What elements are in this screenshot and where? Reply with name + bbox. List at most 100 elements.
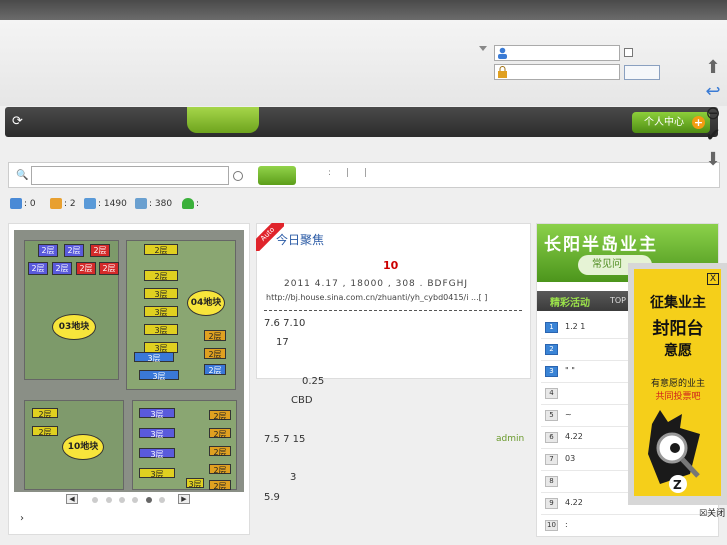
building-3f: 3层 <box>144 306 178 317</box>
back-icon[interactable]: ↩ <box>702 82 724 102</box>
slider-dot[interactable] <box>106 497 112 503</box>
search-separator: | <box>346 168 350 178</box>
slider-dot[interactable] <box>119 497 125 503</box>
search-separator: | <box>364 168 368 178</box>
slider-dot[interactable] <box>92 497 98 503</box>
scroll-bottom-icon[interactable]: ⬇ <box>702 150 724 170</box>
password-field[interactable] <box>494 64 620 80</box>
rank-number: 7 <box>545 454 558 465</box>
rank-number: 6 <box>545 432 558 443</box>
building-2f: 2层 <box>204 330 226 341</box>
building-2f: 2层 <box>209 464 231 475</box>
ad-close-label: 关闭 <box>707 509 726 519</box>
personal-center-label: 个人中心 <box>644 117 684 128</box>
stat-value: : 2 <box>64 199 76 209</box>
header <box>0 20 727 106</box>
username-field[interactable] <box>494 45 620 61</box>
zone-label: 03地块 <box>52 314 96 340</box>
ranking-item[interactable]: 10: <box>545 518 705 534</box>
rank-text: : <box>565 520 568 529</box>
rank-number: 4 <box>545 388 558 399</box>
ad-close-link[interactable]: ☒关闭 <box>699 506 725 519</box>
activity-top-label: TOP <box>610 296 627 305</box>
slider-dot[interactable] <box>132 497 138 503</box>
rank-text: 4.22 <box>565 498 583 507</box>
zone-area <box>24 240 119 380</box>
feed-text[interactable]: 0.25 <box>302 376 324 387</box>
feed-text[interactable]: CBD <box>291 395 313 406</box>
prev-arrow-icon[interactable]: ◀ <box>66 494 78 504</box>
close-icon[interactable]: X <box>707 273 719 285</box>
document-icon <box>84 198 96 209</box>
feed-text[interactable]: 3 <box>290 472 296 483</box>
slider-dot[interactable] <box>159 497 165 503</box>
next-arrow-icon[interactable]: ▶ <box>178 494 190 504</box>
building-2f: 2层 <box>209 446 231 457</box>
building-2f: 2层 <box>204 364 226 375</box>
login-dropdown-arrow[interactable] <box>479 46 487 51</box>
news-summary: 2011 4.17 , 18000 , 308 . BDFGHJ <box>284 279 469 289</box>
refresh-icon[interactable]: ⟳ <box>12 115 28 129</box>
stat-value: : 380 <box>149 199 173 209</box>
nav-item-active[interactable] <box>187 107 259 133</box>
building-3f: 3层 <box>144 324 178 335</box>
feed-text[interactable]: 7.6 7.10 <box>264 318 305 329</box>
building-2f: 2层 <box>32 408 58 419</box>
zone-label: 04地块 <box>187 290 225 316</box>
divider <box>264 310 522 311</box>
minus-icon[interactable]: ⊖ <box>702 104 724 124</box>
building-3f: 3层 <box>139 448 175 459</box>
feed-text[interactable]: 5.9 <box>264 492 280 503</box>
user-icon <box>498 47 507 59</box>
search-separator: : <box>328 168 332 178</box>
news-link[interactable]: http://bj.house.sina.com.cn/zhuanti/yh_c… <box>266 293 520 302</box>
feed-text[interactable]: 17 <box>276 337 289 348</box>
search-button[interactable] <box>258 166 296 185</box>
building-2f: 2层 <box>28 262 48 275</box>
scroll-top-icon[interactable]: ⬆ <box>702 58 724 78</box>
building-2f: 2层 <box>99 262 119 275</box>
ad-title: 封阳台 <box>652 319 704 339</box>
author-link[interactable]: admin <box>496 434 524 444</box>
ad-title: 征集业主 <box>650 295 706 311</box>
rank-text: 4.22 <box>565 432 583 441</box>
building-2f: 2层 <box>76 262 96 275</box>
building-2f: 2层 <box>209 428 231 439</box>
headline-number[interactable]: 10 <box>383 259 398 272</box>
stat-value: : <box>196 199 200 209</box>
personal-center-button[interactable]: 个人中心 + <box>632 112 710 133</box>
stat-item: : 2 <box>50 198 76 209</box>
svg-text:Z: Z <box>673 478 682 492</box>
stat-value: : 1490 <box>98 199 127 209</box>
stat-item: : <box>182 198 199 209</box>
building-2f: 2层 <box>32 426 58 437</box>
building-2f: 2层 <box>209 480 231 491</box>
chart-icon <box>10 198 22 209</box>
map-caption[interactable]: › <box>20 513 24 524</box>
slider-dot-active[interactable] <box>146 497 152 503</box>
feed-text[interactable]: 7.5 7 15 <box>264 434 305 445</box>
rank-number: 3 <box>545 366 558 377</box>
banner-title: 长阳半岛业主 <box>544 235 658 255</box>
building-2f: 2层 <box>209 410 231 421</box>
rank-number: 9 <box>545 498 558 509</box>
site-map-image[interactable]: 2层 2层 2层 2层 2层 2层 2层 2层 2层 3层 3层 3层 3层 3… <box>14 230 244 492</box>
stat-item: : 380 <box>135 198 172 209</box>
search-input[interactable] <box>31 166 229 185</box>
remember-checkbox[interactable] <box>624 48 633 57</box>
rank-number: 8 <box>545 476 558 487</box>
building-2f: 2层 <box>144 270 178 281</box>
mascot-icon: Z <box>648 410 700 493</box>
building-3f: 3层 <box>139 370 179 381</box>
login-button[interactable] <box>624 65 660 80</box>
check-icon[interactable]: ✔ <box>702 126 724 146</box>
stat-item: : 1490 <box>84 198 127 209</box>
rank-text: " " <box>565 366 575 375</box>
ad-subtitle: 共同投票吧 <box>655 392 701 402</box>
edit-icon <box>50 198 62 209</box>
top-bar <box>0 0 727 20</box>
search-radio[interactable] <box>233 171 243 181</box>
building-2f: 2层 <box>204 348 226 359</box>
rank-number: 1 <box>545 322 558 333</box>
building-2f: 2层 <box>90 244 110 257</box>
